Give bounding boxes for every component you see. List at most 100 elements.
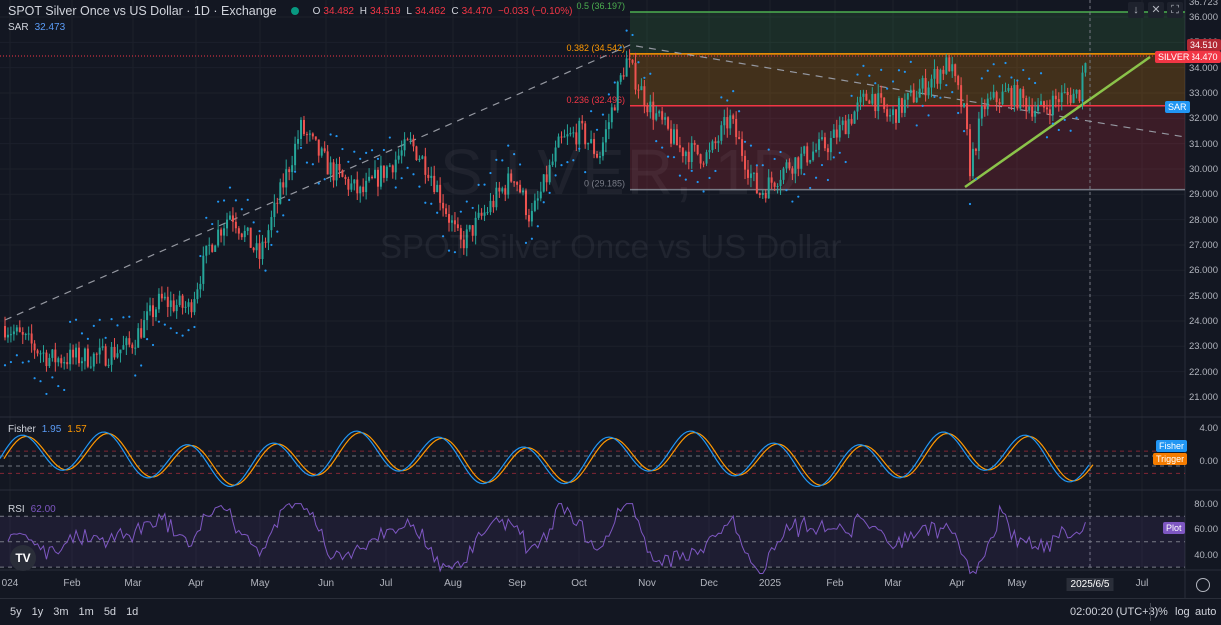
- sar-dot: [305, 161, 309, 164]
- candle: [379, 165, 382, 187]
- candle: [607, 122, 610, 130]
- candle: [1031, 106, 1034, 117]
- sar-dot: [418, 185, 421, 188]
- candle: [243, 230, 246, 238]
- time-axis-label: Dec: [700, 578, 718, 589]
- sar-legend[interactable]: SAR 32.473: [8, 22, 65, 33]
- candle: [152, 305, 155, 318]
- sar-dot: [1081, 99, 1084, 102]
- log-toggle[interactable]: log: [1175, 606, 1190, 618]
- candle: [208, 244, 211, 246]
- candle: [273, 202, 276, 218]
- fisher-legend[interactable]: Fisher 1.95 1.57: [8, 424, 87, 435]
- candle: [332, 162, 335, 181]
- candle: [187, 302, 190, 307]
- candle: [892, 109, 895, 116]
- tradingview-logo[interactable]: TV: [10, 545, 36, 571]
- percent-toggle[interactable]: %: [1158, 606, 1168, 618]
- candle: [853, 111, 856, 124]
- sar-dot: [163, 323, 166, 326]
- sar-dot: [1057, 128, 1060, 132]
- candle: [1042, 101, 1045, 108]
- candle: [261, 241, 264, 260]
- timeframe-1m[interactable]: 1m: [79, 606, 94, 618]
- collapse-button[interactable]: ✕: [1148, 2, 1164, 18]
- sar-dot: [921, 104, 924, 107]
- candle: [883, 97, 886, 110]
- candle: [948, 57, 951, 72]
- candle: [942, 69, 945, 74]
- candle: [815, 149, 818, 152]
- candle: [826, 148, 829, 153]
- sar-dot: [217, 200, 220, 203]
- candle: [971, 148, 974, 177]
- candle: [89, 366, 92, 368]
- candle: [983, 106, 986, 110]
- candle: [480, 212, 483, 216]
- candle: [285, 169, 288, 188]
- candle: [353, 179, 356, 184]
- candle: [338, 163, 341, 171]
- timeframe-5y[interactable]: 5y: [10, 606, 22, 618]
- candle: [199, 283, 202, 290]
- sar-dot: [1004, 61, 1007, 65]
- symbol-title[interactable]: SPOT Silver Once vs US Dollar · 1D · Exc…: [8, 4, 277, 18]
- candle: [667, 117, 670, 129]
- sar-dot: [1039, 72, 1043, 75]
- settings-icon[interactable]: [1196, 578, 1210, 592]
- price-axis-label: 29.000: [1188, 189, 1218, 201]
- candle: [128, 338, 131, 345]
- fullscreen-button[interactable]: ⛶: [1167, 2, 1183, 18]
- candle: [445, 208, 448, 215]
- candle: [1019, 89, 1022, 109]
- sar-dot: [732, 90, 735, 93]
- sar-dot: [270, 243, 273, 247]
- candle: [646, 105, 649, 113]
- sar-dot: [382, 148, 385, 152]
- candle: [877, 93, 880, 112]
- sar-dot: [850, 94, 853, 97]
- candle: [450, 220, 453, 223]
- timeframe-3m[interactable]: 3m: [53, 606, 68, 618]
- chart-canvas[interactable]: 0.5 (36.197)0.382 (34.542)0.236 (32.496)…: [0, 0, 1221, 598]
- timeframe-1d[interactable]: 1d: [126, 606, 138, 618]
- candle: [48, 357, 51, 367]
- sar-dot: [359, 157, 362, 160]
- candle: [300, 119, 303, 139]
- candle: [294, 143, 297, 166]
- candle: [649, 101, 652, 113]
- price-axis-label: 26.000: [1188, 265, 1218, 277]
- sar-dot: [86, 337, 89, 340]
- sar-dot: [649, 72, 652, 75]
- auto-toggle[interactable]: auto: [1195, 606, 1216, 618]
- candle: [202, 255, 205, 284]
- candle: [39, 353, 42, 355]
- scroll-down-button[interactable]: ↓: [1128, 2, 1144, 18]
- candle: [862, 93, 865, 97]
- fisher-line: [0, 430, 1090, 488]
- timeframe-5d[interactable]: 5d: [104, 606, 116, 618]
- candle: [234, 221, 237, 229]
- candle: [889, 115, 892, 117]
- sar-dot: [122, 316, 125, 319]
- candle: [921, 78, 924, 89]
- rsi-legend[interactable]: RSI 62.00: [8, 504, 56, 515]
- candle: [400, 150, 403, 156]
- candle: [51, 349, 54, 358]
- time-axis-label: 2025/6/5: [1066, 578, 1114, 591]
- candle: [823, 137, 826, 149]
- symbol-legend[interactable]: SPOT Silver Once vs US Dollar · 1D · Exc…: [8, 4, 575, 18]
- candle: [634, 62, 637, 90]
- sar-dot: [69, 320, 72, 323]
- candle: [992, 92, 995, 98]
- candle: [989, 97, 992, 99]
- candle: [175, 305, 178, 312]
- timeframe-1y[interactable]: 1y: [32, 606, 44, 618]
- candle: [886, 109, 889, 117]
- candle: [305, 134, 308, 136]
- sar-dot: [299, 146, 303, 149]
- sar-dot: [57, 384, 60, 388]
- candle: [134, 347, 137, 349]
- candle: [181, 295, 184, 308]
- sar-dot: [1010, 76, 1013, 79]
